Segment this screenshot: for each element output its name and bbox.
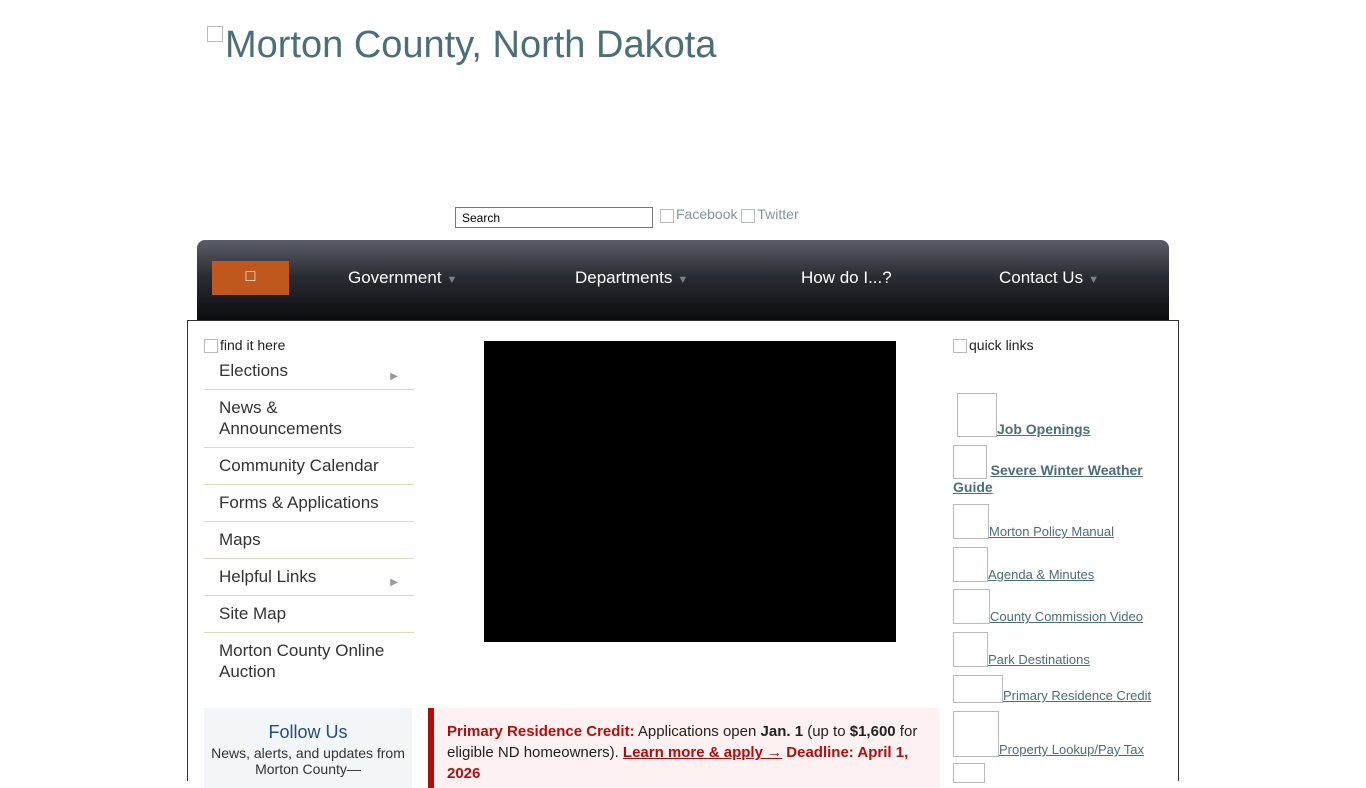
nav-label: Contact Us bbox=[999, 268, 1084, 287]
sidebar-item-label: Forms & Applications bbox=[219, 493, 379, 512]
sidebar-item-elections[interactable]: Elections ▶ bbox=[204, 353, 414, 390]
nav-label: Government bbox=[348, 268, 442, 287]
sidebar-item-label: News & Announcements bbox=[219, 398, 342, 438]
main-content: find it here Elections ▶ News & Announce… bbox=[187, 320, 1179, 788]
quick-link-job-openings[interactable]: Job Openings bbox=[957, 393, 1090, 437]
park-icon bbox=[953, 632, 988, 667]
sidebar-item-label: Maps bbox=[219, 530, 261, 549]
quick-link-label[interactable]: County Commission Video bbox=[990, 609, 1143, 624]
quick-link-commission-video[interactable]: County Commission Video bbox=[953, 589, 1143, 624]
quick-link-label[interactable]: Primary Residence Credit bbox=[1003, 688, 1151, 703]
home-icon: □ bbox=[245, 268, 256, 285]
commission-video-icon bbox=[953, 589, 990, 624]
twitter-label: Twitter bbox=[757, 206, 799, 222]
sidebar-item-helpful-links[interactable]: Helpful Links ▶ bbox=[204, 559, 414, 596]
twitter-icon bbox=[741, 209, 756, 223]
policy-manual-icon bbox=[953, 504, 989, 539]
chevron-right-icon: ▶ bbox=[390, 371, 398, 382]
broken-image-icon bbox=[953, 339, 967, 353]
sidebar-item-label: Morton County Online Auction bbox=[219, 641, 385, 681]
nav-government[interactable]: Government ▼ bbox=[348, 268, 457, 288]
sidebar-item-calendar[interactable]: Community Calendar bbox=[204, 448, 414, 485]
nav-departments[interactable]: Departments ▼ bbox=[575, 268, 688, 288]
sidebar-item-label: Site Map bbox=[219, 604, 287, 623]
site-logo[interactable]: Morton County, North Dakota bbox=[207, 24, 716, 67]
nav-contact-us[interactable]: Contact Us ▼ bbox=[999, 268, 1099, 288]
quick-link-label[interactable]: Property Lookup/Pay Tax bbox=[999, 742, 1144, 757]
quick-link-next[interactable] bbox=[953, 763, 985, 783]
quick-link-label[interactable]: Agenda & Minutes bbox=[988, 567, 1094, 582]
facebook-icon bbox=[660, 209, 674, 223]
main-nav: □ Government ▼ Departments ▼ How do I...? … bbox=[197, 240, 1169, 321]
nav-how-do-i[interactable]: How do I...? bbox=[801, 268, 892, 288]
sidebar-item-site-map[interactable]: Site Map bbox=[204, 596, 414, 633]
chevron-right-icon: ▶ bbox=[390, 577, 398, 588]
home-button[interactable]: □ bbox=[212, 261, 289, 295]
broken-image-icon bbox=[207, 26, 223, 42]
quick-link-parks[interactable]: Park Destinations bbox=[953, 632, 1090, 667]
nav-label: How do I...? bbox=[801, 268, 892, 287]
primary-residence-icon bbox=[953, 675, 1003, 703]
quick-link-agenda[interactable]: Agenda & Minutes bbox=[953, 547, 1094, 582]
twitter-link[interactable]: Twitter bbox=[741, 206, 799, 223]
quick-links-heading: quick links bbox=[953, 337, 1034, 353]
sidebar-item-label: Community Calendar bbox=[219, 456, 379, 475]
alert-text: (up to bbox=[803, 723, 850, 740]
quick-link-primary-residence[interactable]: Primary Residence Credit bbox=[953, 675, 1151, 703]
property-lookup-icon bbox=[953, 711, 999, 757]
find-it-here-heading: find it here bbox=[204, 337, 285, 353]
sidebar-item-forms[interactable]: Forms & Applications bbox=[204, 485, 414, 522]
alert-text: Applications open bbox=[634, 723, 761, 740]
sidebar-item-label: Helpful Links bbox=[219, 567, 317, 586]
chevron-down-icon: ▼ bbox=[677, 274, 689, 286]
quick-link-label[interactable]: Park Destinations bbox=[988, 652, 1090, 667]
facebook-link[interactable]: Facebook bbox=[660, 206, 738, 223]
quick-link-policy-manual[interactable]: Morton Policy Manual bbox=[953, 504, 1114, 539]
sidebar-item-news[interactable]: News & Announcements bbox=[204, 390, 414, 448]
sidebar-item-label: Elections bbox=[219, 361, 288, 380]
sidebar-menu: Elections ▶ News & Announcements Communi… bbox=[204, 353, 414, 690]
video-player[interactable] bbox=[484, 341, 896, 642]
primary-residence-alert: Primary Residence Credit: Applications o… bbox=[428, 708, 939, 788]
job-openings-icon bbox=[957, 393, 997, 437]
social-links: Facebook Twitter bbox=[660, 206, 799, 223]
sidebar-item-auction[interactable]: Morton County Online Auction bbox=[204, 633, 414, 690]
quick-links-alt: quick links bbox=[969, 337, 1034, 353]
learn-more-link[interactable]: Learn more & apply → bbox=[623, 744, 782, 761]
broken-image-icon bbox=[204, 339, 218, 353]
chevron-down-icon: ▼ bbox=[1088, 274, 1099, 286]
agenda-icon bbox=[953, 547, 988, 582]
winter-weather-icon bbox=[953, 445, 987, 479]
logo-alt-text: Morton County, North Dakota bbox=[225, 24, 717, 66]
search-input[interactable] bbox=[455, 207, 653, 228]
follow-us-text: News, alerts, and updates from Morton Co… bbox=[211, 745, 405, 777]
nav-label: Departments bbox=[575, 268, 673, 287]
quick-link-icon bbox=[953, 763, 985, 783]
alert-date: Jan. 1 bbox=[760, 723, 804, 740]
alert-amount: $1,600 bbox=[849, 723, 896, 740]
alert-label: Primary Residence Credit: bbox=[447, 723, 635, 740]
sidebar-item-maps[interactable]: Maps bbox=[204, 522, 414, 559]
follow-us-panel: Follow Us News, alerts, and updates from… bbox=[204, 708, 412, 788]
quick-link-label[interactable]: Morton Policy Manual bbox=[989, 524, 1114, 539]
find-it-here-alt: find it here bbox=[220, 337, 286, 353]
chevron-down-icon: ▼ bbox=[446, 274, 458, 286]
follow-us-title: Follow Us bbox=[268, 722, 348, 742]
quick-link-property-lookup[interactable]: Property Lookup/Pay Tax bbox=[953, 711, 1144, 757]
quick-link-winter-weather[interactable]: Severe Winter Weather Guide bbox=[953, 445, 1168, 496]
quick-link-label[interactable]: Job Openings bbox=[997, 421, 1090, 437]
facebook-label: Facebook bbox=[676, 206, 738, 222]
